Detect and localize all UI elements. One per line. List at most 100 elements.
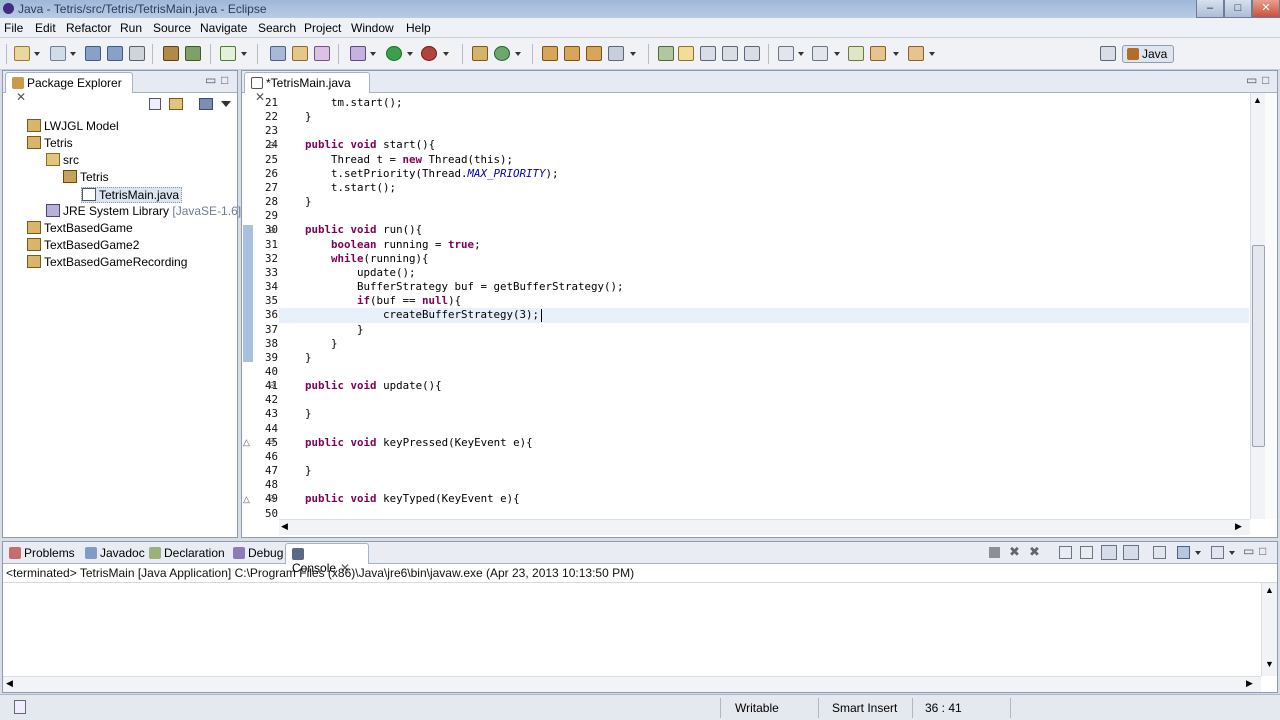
- fold-collapse-icon[interactable]: ⊖: [268, 225, 276, 236]
- fold-collapse-icon[interactable]: ⊖: [268, 493, 276, 504]
- new-java-project-icon[interactable]: [472, 46, 488, 61]
- code-line[interactable]: [279, 450, 624, 464]
- open-resource-icon[interactable]: [292, 46, 308, 61]
- tab-javadoc[interactable]: Javadoc: [79, 543, 151, 564]
- code-line[interactable]: while(running){: [279, 252, 624, 266]
- display-console-dropdown-icon[interactable]: [1195, 551, 1201, 555]
- code-line[interactable]: createBufferStrategy(3);: [279, 308, 624, 322]
- open-perspective-icon[interactable]: [1100, 46, 1116, 61]
- tab-debug[interactable]: Debug: [227, 543, 289, 564]
- code-line[interactable]: [279, 365, 624, 379]
- back-dropdown-icon[interactable]: [893, 52, 899, 56]
- code-line[interactable]: [279, 209, 624, 223]
- package-icon[interactable]: [586, 46, 602, 61]
- view-menu-icon[interactable]: [199, 98, 213, 110]
- menu-help[interactable]: Help: [406, 21, 431, 35]
- scroll-up-icon[interactable]: ▲: [1253, 95, 1262, 105]
- code-line[interactable]: public void run(){: [279, 223, 624, 237]
- forward-icon[interactable]: [908, 46, 924, 61]
- clear-console-icon[interactable]: [1059, 546, 1072, 559]
- tab-problems[interactable]: Problems: [3, 543, 81, 564]
- fast-view-icon[interactable]: [14, 700, 26, 714]
- console-vertical-scrollbar[interactable]: ▲ ▼: [1261, 583, 1277, 676]
- tree-item-tetris-package[interactable]: Tetris: [63, 170, 109, 186]
- prev-annotation-icon[interactable]: [812, 46, 828, 61]
- tree-item-textbasedgame[interactable]: TextBasedGame: [27, 221, 133, 237]
- code-line[interactable]: t.start();: [279, 181, 624, 195]
- tree-item-tetris[interactable]: Tetris: [27, 136, 73, 152]
- next-annotation-dropdown-icon[interactable]: [798, 52, 804, 56]
- run-icon[interactable]: [386, 46, 402, 61]
- code-line[interactable]: [279, 422, 624, 436]
- code-line[interactable]: update();: [279, 266, 624, 280]
- scroll-right-icon[interactable]: ▶: [1246, 678, 1253, 689]
- fold-collapse-icon[interactable]: ⊖: [268, 380, 276, 391]
- pen-dropdown-icon[interactable]: [630, 52, 636, 56]
- code-line[interactable]: public void keyTyped(KeyEvent e){: [279, 492, 624, 506]
- new-project-dropdown-icon[interactable]: [70, 52, 76, 56]
- pen-icon[interactable]: [608, 46, 624, 61]
- open-console-icon[interactable]: [1211, 546, 1224, 559]
- java-perspective-button[interactable]: Java: [1122, 45, 1174, 63]
- folder-icon[interactable]: [564, 46, 580, 61]
- minimize-button[interactable]: –: [1196, 0, 1224, 18]
- debug-icon[interactable]: [350, 46, 366, 61]
- back-icon[interactable]: [870, 46, 886, 61]
- collapse-all-icon[interactable]: [149, 98, 161, 110]
- external-tools-dropdown-icon[interactable]: [443, 52, 449, 56]
- show-stderr-icon[interactable]: [1123, 545, 1139, 560]
- code-line[interactable]: }: [279, 337, 624, 351]
- tree-item-textbasedgamerecording[interactable]: TextBasedGameRecording: [27, 255, 187, 271]
- debug-dropdown-icon[interactable]: [370, 52, 376, 56]
- code-line[interactable]: }: [279, 464, 624, 478]
- tab-package-explorer[interactable]: Package Explorer ✕: [5, 72, 133, 104]
- new-icon[interactable]: [14, 46, 30, 61]
- link-with-editor-icon[interactable]: [169, 98, 183, 110]
- new-project-icon[interactable]: [50, 46, 66, 61]
- whitespace-icon[interactable]: [722, 46, 738, 61]
- code-line[interactable]: public void keyPressed(KeyEvent e){: [279, 436, 624, 450]
- search-icon[interactable]: [314, 46, 330, 61]
- prev-annotation-dropdown-icon[interactable]: [834, 52, 840, 56]
- run-dropdown-icon[interactable]: [407, 52, 413, 56]
- annotation-icon[interactable]: [658, 46, 674, 61]
- save-icon[interactable]: [85, 46, 101, 61]
- scroll-right-icon[interactable]: ▶: [1235, 521, 1242, 532]
- code-line[interactable]: }: [279, 195, 624, 209]
- new-class-dropdown-icon[interactable]: [515, 52, 521, 56]
- scroll-left-icon[interactable]: ◀: [281, 521, 288, 532]
- code-line[interactable]: [279, 124, 624, 138]
- menu-file[interactable]: File: [4, 21, 23, 35]
- terminate-icon[interactable]: [989, 547, 1000, 558]
- print-icon[interactable]: [129, 46, 145, 61]
- code-line[interactable]: [279, 393, 624, 407]
- forward-dropdown-icon[interactable]: [929, 52, 935, 56]
- pilcrow-icon[interactable]: [744, 46, 760, 61]
- menu-refactor[interactable]: Refactor: [66, 21, 111, 35]
- tree-item-lwjgl-model[interactable]: LWJGL Model: [27, 119, 119, 135]
- maximize-view-icon[interactable]: □: [221, 73, 228, 87]
- menu-search[interactable]: Search: [258, 21, 296, 35]
- block-select-icon[interactable]: [700, 46, 716, 61]
- tasks-icon[interactable]: [220, 46, 236, 61]
- menu-navigate[interactable]: Navigate: [200, 21, 247, 35]
- tree-item-tetrismain-java[interactable]: TetrisMain.java: [81, 187, 183, 203]
- minimize-view-icon[interactable]: ▭: [205, 73, 216, 87]
- tree-item-textbasedgame2[interactable]: TextBasedGame2: [27, 238, 139, 254]
- code-line[interactable]: tm.start();: [279, 96, 624, 110]
- editor-vertical-scrollbar[interactable]: ▲: [1250, 93, 1266, 519]
- tab-tetrismain-java[interactable]: *TetrisMain.java ✕: [244, 72, 370, 104]
- toggle-mark-icon[interactable]: [678, 46, 694, 61]
- tree-item-jre-library[interactable]: JRE System Library [JavaSE-1.6]: [46, 204, 241, 220]
- code-line[interactable]: if(buf == null){: [279, 294, 624, 308]
- fold-collapse-icon[interactable]: ⊖: [268, 140, 276, 151]
- last-edit-icon[interactable]: [848, 46, 864, 61]
- scroll-down-icon[interactable]: ▼: [1265, 659, 1274, 669]
- menu-source[interactable]: Source: [153, 21, 191, 35]
- code-line[interactable]: public void update(){: [279, 379, 624, 393]
- remove-launch-icon[interactable]: ✖: [1009, 544, 1020, 560]
- open-type-icon[interactable]: [270, 46, 286, 61]
- menu-window[interactable]: Window: [351, 21, 394, 35]
- remove-all-icon[interactable]: ✖: [1029, 544, 1040, 560]
- tree-item-src[interactable]: src: [46, 153, 79, 169]
